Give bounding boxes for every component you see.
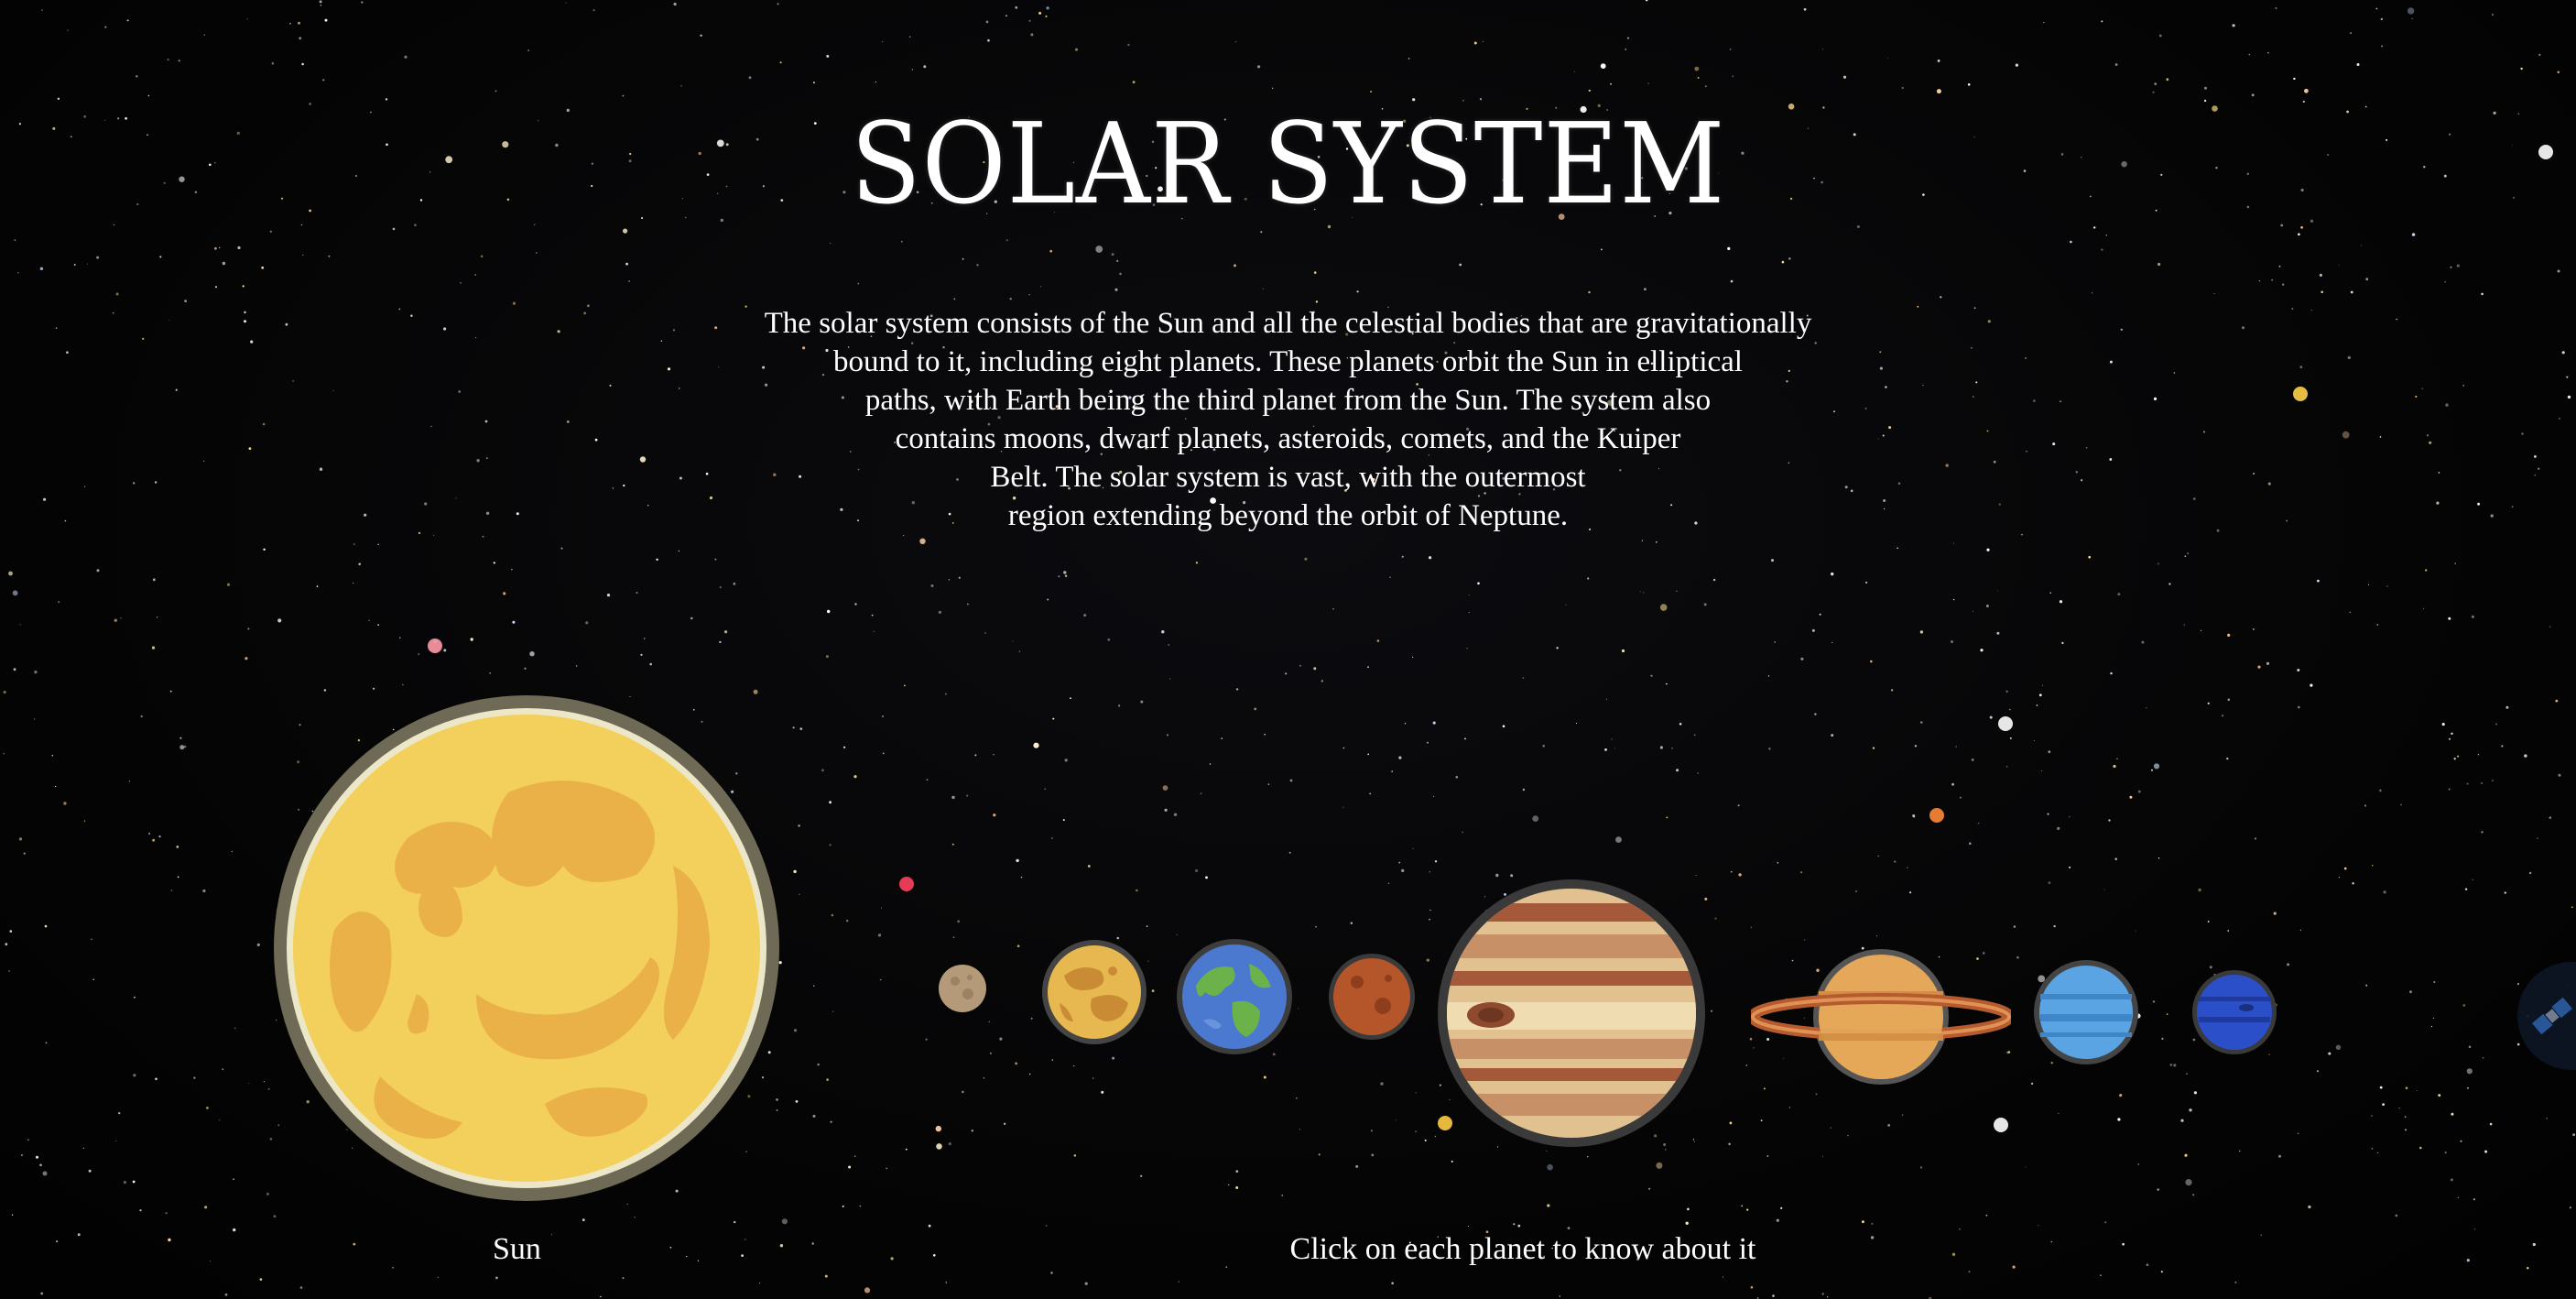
instruction-text: Click on each planet to know about it bbox=[1289, 1232, 1756, 1266]
uranus-icon[interactable] bbox=[2033, 959, 2139, 1065]
neptune-icon[interactable] bbox=[2191, 969, 2277, 1055]
saturn-icon[interactable] bbox=[1751, 945, 2011, 1088]
satellite-icon[interactable] bbox=[2517, 962, 2576, 1070]
jupiter-icon[interactable] bbox=[1436, 878, 1707, 1149]
sun-icon[interactable] bbox=[270, 692, 783, 1205]
planets-row: Sun Click on each planet to know about i… bbox=[0, 0, 2576, 1299]
mars-icon[interactable] bbox=[1328, 953, 1416, 1041]
earth-icon[interactable] bbox=[1176, 938, 1293, 1055]
mercury-icon[interactable] bbox=[937, 963, 988, 1014]
venus-icon[interactable] bbox=[1041, 939, 1147, 1045]
